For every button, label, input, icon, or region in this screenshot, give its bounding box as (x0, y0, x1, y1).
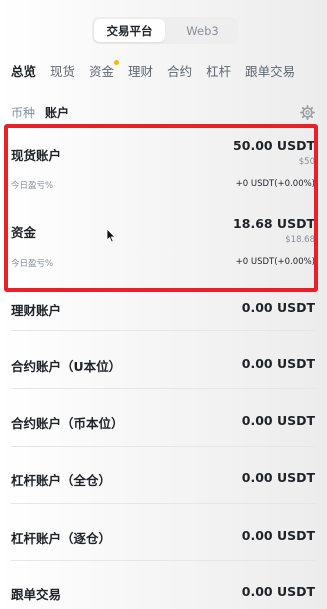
account-name: 理财账户 (11, 303, 62, 318)
account-name: 杠杆账户（全仓） (11, 473, 112, 488)
account-amount: 0.00 USDT (241, 528, 315, 543)
account-name: 杠杆账户（逐仓） (11, 531, 112, 546)
highlight-box (4, 124, 318, 292)
subtab-coin[interactable]: 币种 (11, 104, 35, 121)
tab-margin[interactable]: 杠杆 (206, 61, 231, 80)
account-amount: 0.00 USDT (241, 413, 315, 428)
main-tabs: 总览 现货 资金 理财 合约 杠杆 跟单交易 (11, 60, 309, 80)
platform-option-exchange[interactable]: 交易平台 (94, 19, 165, 42)
divider (11, 503, 315, 504)
notification-dot (114, 60, 120, 65)
sub-tabs: 币种 账户 (11, 104, 79, 121)
account-name: 跟单交易 (11, 587, 62, 602)
account-amount: 0.00 USDT (241, 470, 315, 485)
tab-spot[interactable]: 现货 (50, 61, 75, 80)
account-name: 合约账户（U本位） (11, 359, 122, 374)
tab-funding-label: 资金 (89, 64, 115, 79)
divider (11, 388, 315, 389)
gear-icon[interactable] (300, 105, 315, 120)
account-amount: 0.00 USDT (241, 584, 315, 599)
divider (11, 446, 315, 447)
account-name: 合约账户（币本位） (11, 416, 124, 431)
divider (11, 560, 315, 561)
divider (11, 330, 315, 331)
tab-overview[interactable]: 总览 (11, 61, 36, 80)
tab-funding[interactable]: 资金 (89, 60, 120, 80)
account-amount: 0.00 USDT (241, 300, 315, 315)
platform-option-web3[interactable]: Web3 (167, 17, 238, 44)
subtab-account[interactable]: 账户 (45, 104, 69, 121)
platform-switch: 交易平台 Web3 (92, 17, 238, 44)
account-amount: 0.00 USDT (241, 356, 315, 371)
tab-earn[interactable]: 理财 (128, 61, 153, 80)
mouse-pointer-icon (106, 228, 116, 243)
tab-futures[interactable]: 合约 (167, 61, 192, 80)
tab-copy-trading[interactable]: 跟单交易 (245, 61, 295, 80)
